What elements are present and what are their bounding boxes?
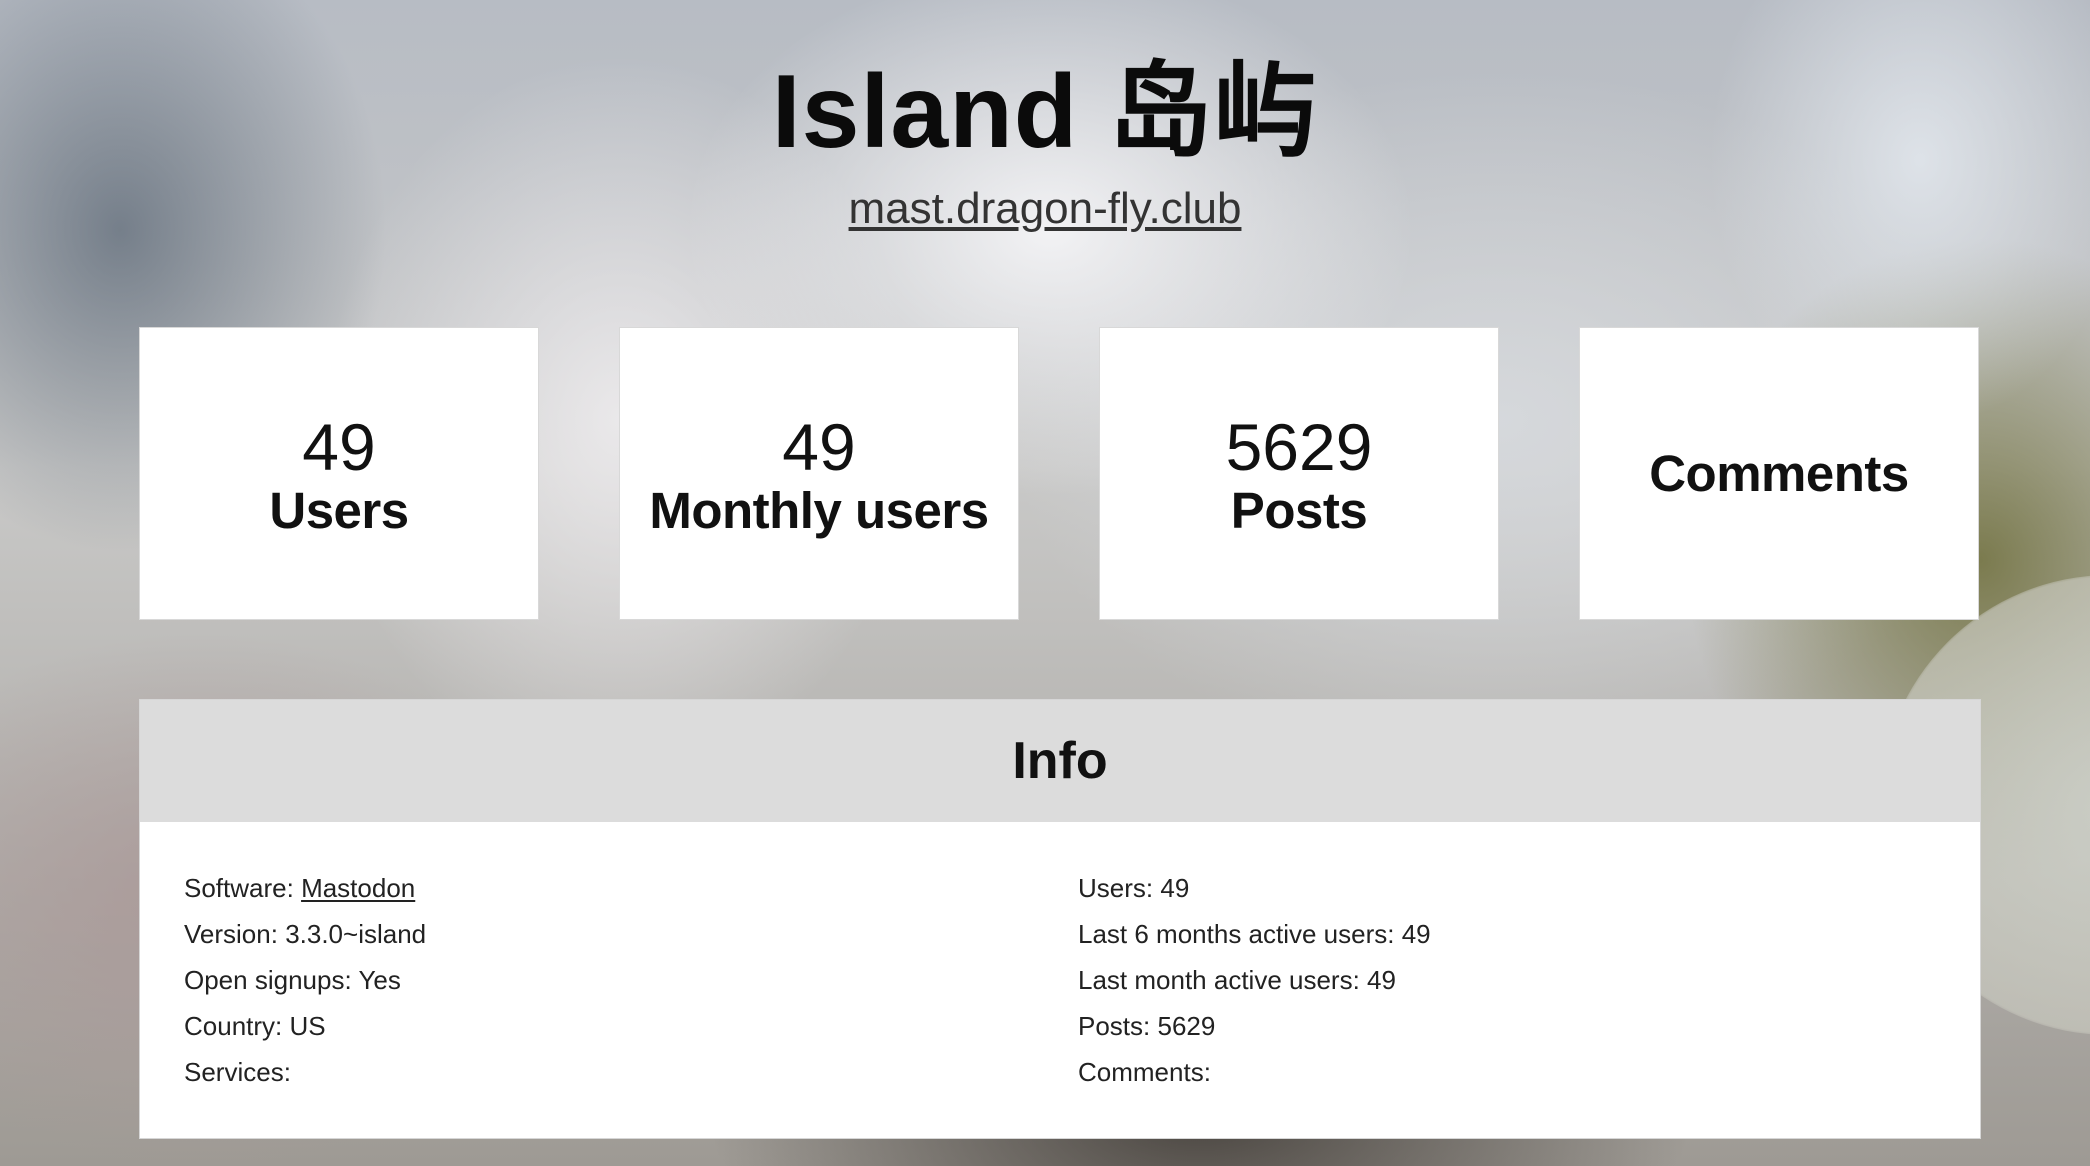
stat-card-posts: 5629 Posts bbox=[1099, 327, 1499, 620]
info-value: 49 bbox=[1367, 965, 1396, 995]
info-label: Version: bbox=[184, 919, 278, 949]
info-row-posts: Posts: 5629 bbox=[1078, 1003, 1431, 1049]
info-row-users: Users: 49 bbox=[1078, 865, 1431, 911]
info-title: Info bbox=[1012, 732, 1108, 790]
stat-value: 49 bbox=[782, 410, 856, 484]
info-label: Country: bbox=[184, 1011, 283, 1041]
stat-card-users: 49 Users bbox=[139, 327, 539, 620]
info-panel: Info Software: Mastodon Version: 3.3.0~i… bbox=[139, 699, 1981, 1139]
stat-label: Users bbox=[269, 482, 409, 539]
info-row-services: Services: bbox=[184, 1049, 426, 1095]
info-row-version: Version: 3.3.0~island bbox=[184, 911, 426, 957]
info-label: Last 6 months active users: bbox=[1078, 919, 1395, 949]
info-label: Posts: bbox=[1078, 1011, 1151, 1041]
info-label: Last month active users: bbox=[1078, 965, 1360, 995]
info-value: 5629 bbox=[1157, 1011, 1216, 1041]
stat-card-monthly-users: 49 Monthly users bbox=[619, 327, 1019, 620]
info-label: Software: bbox=[184, 873, 294, 903]
info-row-comments: Comments: bbox=[1078, 1049, 1431, 1095]
info-value: 49 bbox=[1401, 919, 1431, 949]
stat-card-comments: Comments bbox=[1579, 327, 1979, 620]
info-row-open-signups: Open signups: Yes bbox=[184, 957, 426, 1003]
instance-domain-link[interactable]: mast.dragon-fly.club bbox=[0, 183, 2090, 235]
info-value: 49 bbox=[1160, 873, 1190, 903]
info-value: US bbox=[289, 1011, 326, 1041]
info-label: Comments: bbox=[1078, 1057, 1211, 1087]
info-label: Users: bbox=[1078, 873, 1154, 903]
info-row-country: Country: US bbox=[184, 1003, 426, 1049]
instance-title: Island 岛屿 bbox=[771, 54, 1319, 170]
stat-label: Monthly users bbox=[649, 482, 989, 539]
stat-label: Posts bbox=[1230, 482, 1368, 539]
info-label: Open signups: bbox=[184, 965, 352, 995]
info-value: Yes bbox=[358, 965, 401, 995]
info-column-left: Software: Mastodon Version: 3.3.0~island… bbox=[184, 865, 426, 1095]
stat-label: Comments bbox=[1649, 445, 1909, 502]
info-label: Services: bbox=[184, 1057, 291, 1087]
info-row-active-month: Last month active users: 49 bbox=[1078, 957, 1431, 1003]
software-link[interactable]: Mastodon bbox=[301, 873, 415, 903]
info-value: 3.3.0~island bbox=[285, 919, 427, 949]
info-panel-header: Info bbox=[140, 700, 1980, 822]
info-row-software: Software: Mastodon bbox=[184, 865, 426, 911]
info-column-right: Users: 49 Last 6 months active users: 49… bbox=[1078, 865, 1431, 1095]
info-row-active-6-months: Last 6 months active users: 49 bbox=[1078, 911, 1431, 957]
stat-value: 49 bbox=[302, 410, 376, 484]
stat-value: 5629 bbox=[1225, 410, 1373, 484]
